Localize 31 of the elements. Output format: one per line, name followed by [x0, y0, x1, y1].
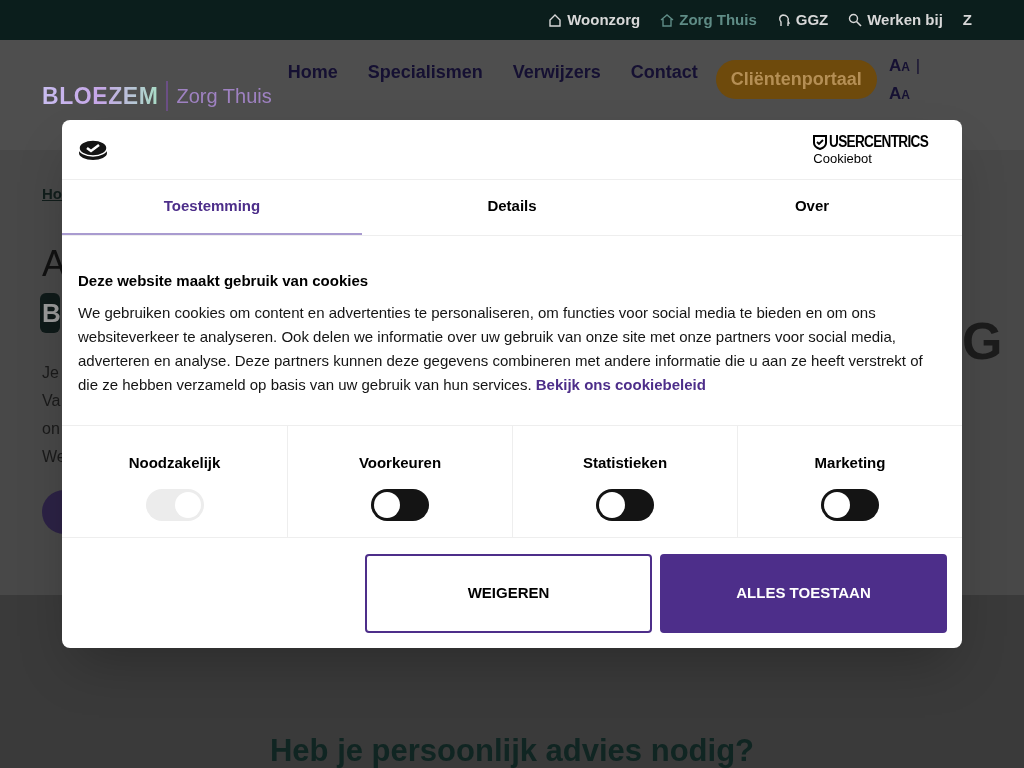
dialog-text: We gebruiken cookies om content en advertenties te personaliseren, om functies voor social media te bieden en om ons websiteverkeer te analyseren. Ook delen we informatie over uw gebruik van onze site met onze partners voor social media, adverteren en analyse. Deze partners kunnen deze gegevens combineren met andere informatie die u aan ze heeft verstrekt of die ze hebben verzameld op basis van uw gebruik van hun services. Bekijk ons cookiebeleid	[78, 302, 924, 395]
accept-all-button[interactable]: ALLES TOESTAAN	[660, 553, 947, 633]
cookie-policy-link[interactable]: Bekijk ons cookiebeleid	[535, 375, 706, 393]
category-label: Voorkeuren	[358, 453, 442, 473]
toggle-switch[interactable]	[596, 488, 654, 521]
dialog-tab[interactable]: Toestemming	[62, 180, 362, 235]
shield-icon	[813, 134, 828, 150]
toggle-switch[interactable]	[371, 488, 429, 521]
toggle-switch[interactable]	[821, 488, 879, 521]
dialog-title: Deze website maakt gebruik van cookies	[78, 271, 370, 291]
head-icon	[776, 13, 791, 27]
logo-subtitle: Zorg Thuis	[176, 84, 272, 110]
top-nav-link[interactable]: Woonzorg	[548, 8, 641, 32]
home-icon	[660, 13, 675, 27]
decline-button[interactable]: WEIGEREN	[365, 553, 652, 633]
category-label: Statistieken	[582, 453, 668, 473]
brand-name: USERCENTRICS	[829, 134, 929, 150]
separator-text: |	[915, 55, 921, 77]
category-label: Noodzakelijk	[128, 453, 221, 473]
top-nav-link[interactable]: Werken bij	[848, 8, 943, 32]
top-nav-link[interactable]: GGZ	[776, 8, 829, 32]
category-label: Marketing	[814, 453, 886, 473]
search-icon	[848, 13, 863, 27]
dialog-tab[interactable]: Details	[362, 180, 662, 235]
top-nav-link[interactable]: Z	[962, 8, 972, 32]
top-nav-link[interactable]: Zorg Thuis	[660, 8, 757, 32]
heading-highlight: B	[40, 293, 60, 333]
cookie-check-icon	[78, 137, 108, 162]
house-icon	[548, 13, 563, 27]
dialog-tab[interactable]: Over	[662, 180, 962, 235]
brand-subtitle: Cookiebot	[813, 152, 872, 165]
